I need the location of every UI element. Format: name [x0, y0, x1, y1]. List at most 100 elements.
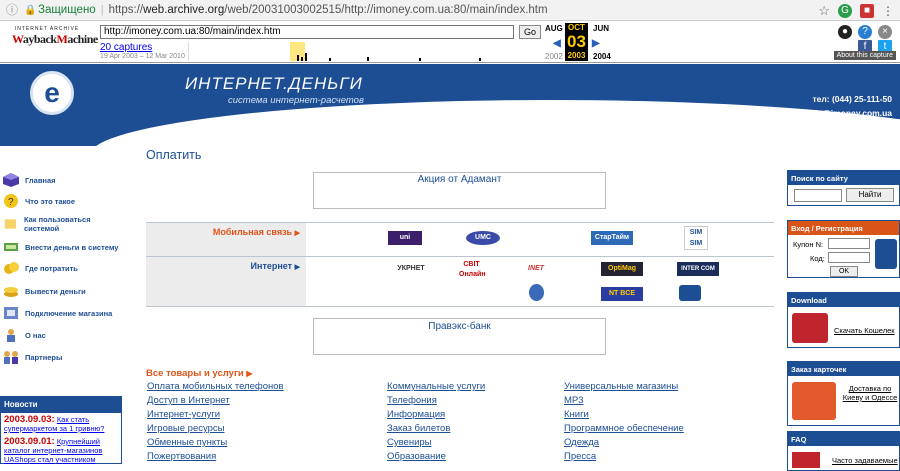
nav-item-connect-shop[interactable]: Подключение магазина — [0, 303, 122, 323]
link-mobile-payment[interactable]: Оплата мобильных телефонов — [147, 381, 284, 392]
category-mobile-text: Мобильная связь — [212, 227, 293, 237]
account-icon[interactable]: ● — [838, 25, 852, 39]
category-mobile-label[interactable]: Мобильная связь ▶ — [146, 223, 306, 257]
current-day: 03 — [567, 32, 586, 51]
arrow-right-icon: ▶ — [294, 230, 300, 237]
menu-icon[interactable]: ⋮ — [882, 4, 894, 18]
url-text[interactable]: https://web.archive.org/web/200310030025… — [109, 4, 548, 16]
nav-item-how[interactable]: Как пользоваться системой — [0, 214, 122, 234]
wayback-calendar: ◀ AUG 2002 OCT 03 2003 ▶ JUN 2004 — [545, 23, 625, 61]
logo-svit[interactable]: СВІТ Онлайн — [459, 260, 486, 282]
capture-sparkline[interactable] — [188, 42, 528, 61]
link-mp3[interactable]: MP3 — [564, 395, 584, 406]
site-logo-icon[interactable]: e — [30, 71, 74, 115]
wayback-toolbar: INTERNET ARCHIVE WaybackMachine http://i… — [0, 21, 900, 63]
link-souvenirs[interactable]: Сувениры — [387, 437, 432, 448]
card-icon — [875, 239, 897, 269]
logo-globe-2[interactable] — [679, 285, 701, 301]
nav-item-what[interactable]: ? Что это такое — [0, 191, 122, 211]
code-input[interactable] — [828, 252, 870, 263]
link-software[interactable]: Программное обеспечение — [564, 423, 684, 434]
purse-input[interactable] — [828, 238, 870, 249]
link-utilities[interactable]: Коммунальные услуги — [387, 381, 485, 392]
logo-intercom[interactable]: INTER COM — [677, 262, 719, 276]
link-exchange[interactable]: Обменные пункты — [147, 437, 227, 448]
logo-simsim[interactable]: SIM SIM — [684, 226, 708, 250]
prev-capture-icon[interactable]: ◀ — [553, 38, 561, 49]
payment-categories: Мобильная связь ▶ uni UMC СтарТайм SIM S… — [146, 222, 774, 307]
next-year[interactable]: 2004 — [593, 52, 611, 61]
link-information[interactable]: Информация — [387, 409, 445, 420]
shop-icon — [4, 307, 18, 319]
wayback-logo[interactable]: INTERNET ARCHIVE WaybackMachine — [12, 26, 98, 56]
banner-pravex-label: Правэкс-банк — [428, 321, 491, 332]
link-donations[interactable]: Пожертвования — [147, 451, 216, 462]
phone: тел: (044) 25-111-50 — [812, 94, 892, 104]
star-icon[interactable]: ☆ — [818, 3, 830, 19]
wayback-url-input[interactable]: http://imoney.com.ua:80/main/index.htm — [100, 25, 514, 39]
link-stores[interactable]: Универсальные магазины — [564, 381, 678, 392]
link-books[interactable]: Книги — [564, 409, 589, 420]
all-goods-heading[interactable]: Все товары и услуги ▶ — [146, 368, 253, 379]
wayback-go-button[interactable]: Go — [519, 25, 541, 39]
next-month[interactable]: JUN — [593, 24, 609, 33]
nav-label: Главная — [25, 175, 56, 185]
extension-icon[interactable]: G — [838, 4, 852, 18]
next-capture-icon[interactable]: ▶ — [592, 38, 600, 49]
nav-label: Подключение магазина — [25, 308, 113, 318]
link-press[interactable]: Пресса — [564, 451, 596, 462]
info-icon[interactable]: ⓘ — [6, 4, 18, 16]
code-label: Код: — [810, 254, 825, 263]
link-tickets[interactable]: Заказ билетов — [387, 423, 450, 434]
ok-button[interactable]: OK — [830, 266, 858, 277]
logo-uni[interactable]: uni — [388, 231, 422, 245]
nav-item-partners[interactable]: Партнеры — [0, 347, 122, 367]
banner-adamant[interactable]: Акция от Адамант — [313, 172, 606, 209]
link-telephony[interactable]: Телефония — [387, 395, 437, 406]
category-internet-label[interactable]: Интернет ▶ — [146, 257, 306, 307]
partners-icon — [4, 351, 18, 364]
nav-item-deposit[interactable]: Внести деньги в систему — [0, 237, 122, 257]
logo-optimag[interactable]: OptiMag — [601, 262, 643, 276]
link-internet-access[interactable]: Доступ в Интернет — [147, 395, 230, 406]
banner-pravex[interactable]: Правэкс-банк — [313, 318, 606, 355]
logo-ukrnet[interactable]: УКРНЕТ — [386, 262, 436, 276]
prev-month[interactable]: AUG — [545, 24, 563, 33]
logo-vse[interactable]: NT BCE — [601, 287, 643, 301]
logo-globe-1[interactable] — [529, 284, 544, 301]
email: e-mail: info@imoney.com.ua — [777, 108, 892, 118]
search-button[interactable]: Найти — [846, 188, 894, 202]
banner-adamant-label: Акция от Адамант — [417, 174, 502, 185]
captures-link[interactable]: 20 captures — [100, 42, 152, 53]
link-education[interactable]: Образование — [387, 451, 446, 462]
profile-extension-icon[interactable]: ■ — [860, 4, 874, 18]
search-input[interactable] — [794, 189, 842, 202]
money-icon — [4, 243, 18, 251]
download-wallet-link[interactable]: Скачать Кошелек — [834, 326, 895, 335]
link-internet-services[interactable]: Интернет-услуги — [147, 409, 220, 420]
close-icon[interactable]: × — [878, 25, 892, 39]
left-navigation: Главная ? Что это такое Как пользоваться … — [0, 150, 122, 395]
help-icon[interactable]: ? — [858, 25, 872, 39]
nav-label: О нас — [25, 330, 46, 340]
nav-item-about[interactable]: О нас — [0, 325, 122, 345]
about-capture-link[interactable]: About this capture — [833, 51, 896, 60]
logo-umc[interactable]: UMC — [466, 231, 500, 245]
download-box: Download Скачать Кошелек — [787, 292, 900, 348]
browser-address-bar[interactable]: ⓘ 🔒 Защищено | https://web.archive.org/w… — [0, 0, 900, 21]
cards-image[interactable] — [792, 382, 836, 420]
link-games[interactable]: Игровые ресурсы — [147, 423, 224, 434]
nav-item-spend[interactable]: Где потратить — [0, 258, 122, 278]
wallet-icon[interactable] — [792, 313, 828, 343]
logo-inet[interactable]: INET — [523, 262, 549, 276]
cube-icon — [3, 173, 19, 187]
nav-item-home[interactable]: Главная — [0, 170, 122, 190]
current-month: OCT — [568, 23, 585, 32]
svg-text:?: ? — [8, 197, 14, 208]
question-icon: ? — [4, 194, 18, 208]
delivery-link[interactable]: Доставка по Киеву и Одессе — [842, 384, 898, 402]
link-clothes[interactable]: Одежда — [564, 437, 599, 448]
prev-year[interactable]: 2002 — [545, 52, 563, 61]
logo-startime[interactable]: СтарТайм — [591, 231, 633, 245]
nav-item-withdraw[interactable]: Вывести деньги — [0, 281, 122, 301]
